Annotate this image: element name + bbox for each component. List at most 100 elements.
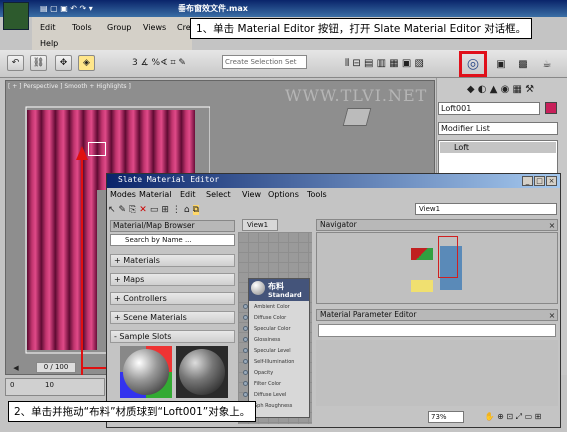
material-editor-icon[interactable]: ◎ xyxy=(463,55,483,73)
slot-opacity: Opacity xyxy=(254,370,274,376)
view-dropdown[interactable]: View1 xyxy=(415,203,557,215)
slot-port[interactable] xyxy=(243,392,248,397)
param-editor-title: Material Parameter Editor xyxy=(316,309,558,321)
node-type: Standard xyxy=(268,291,302,299)
hide-unused-icon[interactable]: ⊞ xyxy=(161,205,169,215)
maximize-icon[interactable]: □ xyxy=(534,176,545,186)
undo-icon[interactable]: ↶ xyxy=(7,55,24,71)
close-icon[interactable]: × xyxy=(546,176,557,186)
delete-icon[interactable]: ✕ xyxy=(139,205,147,215)
menu-create[interactable]: Cre xyxy=(177,23,191,32)
slot-port[interactable] xyxy=(243,370,248,375)
slot-port[interactable] xyxy=(243,348,248,353)
put-to-scene-icon[interactable]: ⎘ xyxy=(129,205,136,215)
browser-title: Material/Map Browser xyxy=(110,220,235,232)
render-setup-icon[interactable]: ▣ xyxy=(492,55,510,73)
rendered-frame-icon[interactable]: ▩ xyxy=(514,55,532,73)
drop-cursor-icon xyxy=(88,142,106,156)
slot-diffuse: Diffuse Color xyxy=(254,315,287,321)
options-icon[interactable]: ⧉ xyxy=(192,204,200,215)
slot-filter-color: Filter Color xyxy=(254,381,282,387)
sample-sphere-2[interactable] xyxy=(179,349,225,395)
time-slider[interactable]: 0 / 100 xyxy=(36,362,76,373)
slate-toolbar-icons[interactable]: ↖ ✎ ⎘ ✕ ▭ ⊞ ⋮ ⌂ ⧉ xyxy=(108,202,338,217)
view-tab[interactable]: View1 xyxy=(242,219,278,231)
slot-port[interactable] xyxy=(243,315,248,320)
nav-node-yellow xyxy=(411,280,433,292)
slot-port[interactable] xyxy=(243,381,248,386)
zoom-dropdown[interactable]: 73% xyxy=(428,411,464,423)
slate-menu-view[interactable]: View xyxy=(242,190,261,199)
rotate-icon[interactable]: ◈ xyxy=(78,55,95,71)
slate-title: Slate Material Editor xyxy=(118,175,220,184)
param-editor-close-icon[interactable]: × xyxy=(547,310,557,320)
stack-item-loft[interactable]: Loft xyxy=(440,142,556,153)
quick-access-icons[interactable]: ▤ ▢ ▣ ↶ ↷ ▾ xyxy=(40,2,160,14)
track-tick-10: 10 xyxy=(45,381,54,389)
minimize-icon[interactable]: _ xyxy=(522,176,533,186)
nav-node-red xyxy=(411,248,433,260)
rollout-materials[interactable]: + Materials xyxy=(110,254,235,267)
slot-port[interactable] xyxy=(243,359,248,364)
rollout-controllers[interactable]: + Controllers xyxy=(110,292,235,305)
menu-tools[interactable]: Tools xyxy=(72,23,92,32)
snap-icons[interactable]: 3 ∡ %∢ ⌗ ✎ xyxy=(103,55,215,71)
slot-ambient: Ambient Color xyxy=(254,304,290,310)
select-tool-icon[interactable]: ↖ xyxy=(108,205,116,215)
layout-icon[interactable]: ⋮ xyxy=(172,205,181,215)
timeline-left-arrow[interactable]: ◀ xyxy=(10,362,22,373)
rollout-scene-materials[interactable]: + Scene Materials xyxy=(110,311,235,324)
navigator-panel[interactable] xyxy=(316,232,558,304)
track-bar[interactable] xyxy=(5,378,105,396)
object-name-field[interactable]: Loft001 xyxy=(438,102,540,115)
param-editor-body xyxy=(316,340,558,406)
mirror-align-icons[interactable]: ⫴ ⊟ ▤ ▥ ▦ ▣ ▧ xyxy=(312,55,457,71)
object-color-swatch[interactable] xyxy=(545,102,557,114)
slot-specular: Specular Color xyxy=(254,326,291,332)
slot-roughness: Sph Roughness xyxy=(254,403,293,409)
link-icon[interactable]: ⛓ xyxy=(30,55,47,71)
show-map-icon[interactable]: ⌂ xyxy=(184,205,190,215)
slot-port[interactable] xyxy=(243,304,248,309)
app-logo-icon[interactable] xyxy=(3,2,29,30)
menu-help[interactable]: Help xyxy=(40,39,58,48)
node-thumbnail xyxy=(251,281,265,295)
nav-viewport-rect[interactable] xyxy=(438,236,458,278)
slot-specular-level: Specular Level xyxy=(254,348,291,354)
slate-menu-modes[interactable]: Modes xyxy=(110,190,136,199)
callout-step2: 2、单击并拖动“布料”材质球到“Loft001”对象上。 xyxy=(8,401,257,422)
slate-menu-tools[interactable]: Tools xyxy=(307,190,327,199)
viewport-label[interactable]: [ + ] Perspective ] Smooth + Highlights … xyxy=(8,83,131,90)
slot-port[interactable] xyxy=(243,326,248,331)
rollout-sample-slots[interactable]: - Sample Slots xyxy=(110,330,235,343)
slot-self-illum: Self-Illumination xyxy=(254,359,295,365)
slate-menu-options[interactable]: Options xyxy=(268,190,299,199)
command-panel-tabs[interactable]: ◆ ◐ ▲ ◉ ▦ ⚒ xyxy=(438,82,563,96)
selection-set-input[interactable]: Create Selection Set xyxy=(222,55,307,69)
pick-material-icon[interactable]: ✎ xyxy=(119,205,127,215)
slot-diffuse-level: Diffuse Level xyxy=(254,392,287,398)
fabric-sphere[interactable] xyxy=(123,349,169,395)
slate-menu-material[interactable]: Material xyxy=(139,190,172,199)
select-move-icon[interactable]: ✥ xyxy=(55,55,72,71)
rollout-maps[interactable]: + Maps xyxy=(110,273,235,286)
window-title: 垂布窗效文件.max xyxy=(178,4,248,13)
menu-edit[interactable]: Edit xyxy=(40,23,56,32)
param-editor-field[interactable] xyxy=(318,324,556,337)
nav-tool-icons[interactable]: ✋ ⊕ ⊡ ⤢ ▭ ⊞ xyxy=(468,411,558,423)
navigator-close-icon[interactable]: × xyxy=(547,220,557,230)
move-children-icon[interactable]: ▭ xyxy=(150,205,159,215)
viewcube[interactable] xyxy=(342,108,372,126)
render-production-icon[interactable]: ☕ xyxy=(538,55,556,73)
watermark-text: WWW.TLVI.NET xyxy=(285,86,428,105)
callout-step1: 1、单击 Material Editor 按钮，打开 Slate Materia… xyxy=(190,18,533,39)
slate-menu-select[interactable]: Select xyxy=(206,190,231,199)
browser-search-input[interactable]: Search by Name ... xyxy=(110,234,235,246)
modifier-list-dropdown[interactable]: Modifier List xyxy=(438,122,558,135)
navigator-title: Navigator xyxy=(316,219,558,231)
menu-views[interactable]: Views xyxy=(143,23,166,32)
menu-group[interactable]: Group xyxy=(107,23,131,32)
track-tick-0: 0 xyxy=(10,381,15,389)
slot-port[interactable] xyxy=(243,337,248,342)
slate-menu-edit[interactable]: Edit xyxy=(180,190,196,199)
